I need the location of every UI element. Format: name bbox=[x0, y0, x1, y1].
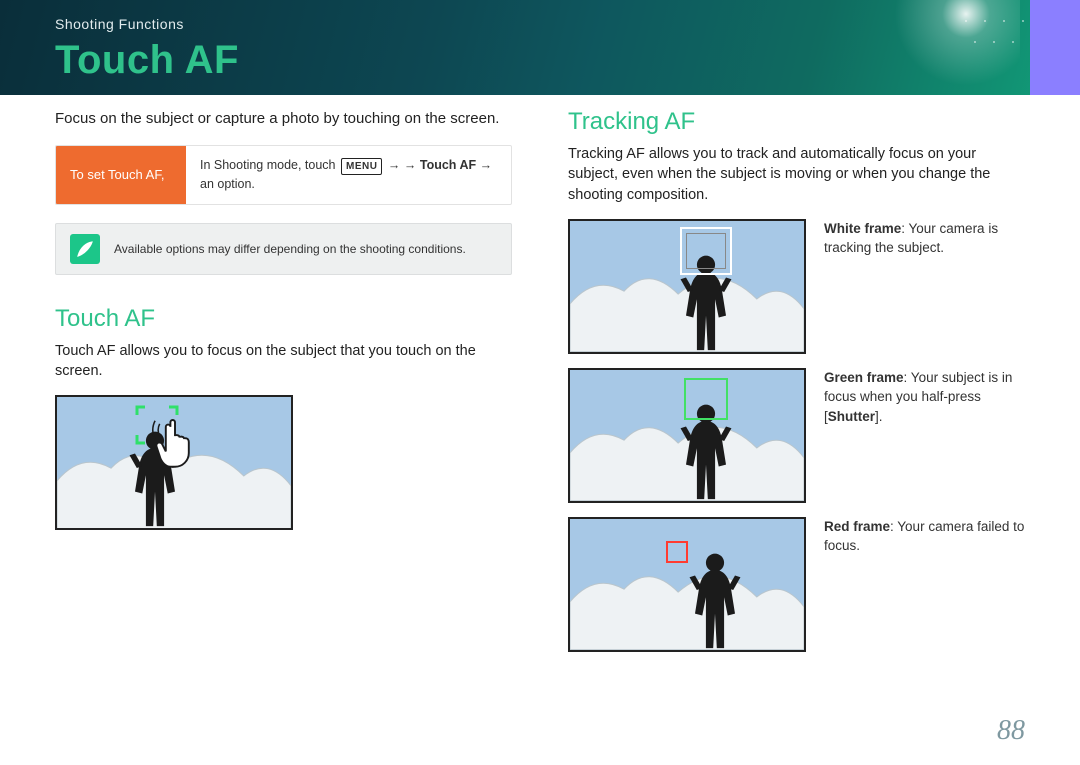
tracking-af-heading: Tracking AF bbox=[568, 108, 1025, 136]
touch-hand-icon bbox=[152, 415, 198, 471]
instr-arrow1: → → bbox=[388, 158, 420, 172]
chapter-tab bbox=[1030, 0, 1080, 95]
instr-arrow2: → bbox=[480, 158, 493, 172]
note-box: Available options may differ depending o… bbox=[55, 223, 512, 275]
right-column: Tracking AF Tracking AF allows you to tr… bbox=[540, 108, 1025, 735]
left-column: Focus on the subject or capture a photo … bbox=[55, 108, 540, 735]
page-number: 88 bbox=[997, 715, 1025, 747]
instr-bold: Touch AF bbox=[420, 158, 476, 172]
page-header: · · · · · · · Shooting Functions Touch A… bbox=[0, 0, 1080, 95]
section-label: Shooting Functions bbox=[55, 16, 184, 32]
red-frame-row: Red frame: Your camera failed to focus. bbox=[568, 517, 1025, 652]
green-frame-row: Green frame: Your subject is in focus wh… bbox=[568, 368, 1025, 503]
red-frame-illustration bbox=[568, 517, 806, 652]
instr-suffix: an option. bbox=[200, 177, 255, 191]
shutter-key: Shutter bbox=[828, 409, 875, 424]
red-frame-caption: Red frame: Your camera failed to focus. bbox=[824, 517, 1025, 652]
instruction-box: To set Touch AF, In Shooting mode, touch… bbox=[55, 145, 512, 205]
instr-prefix: In Shooting mode, touch bbox=[200, 158, 339, 172]
intro-text: Focus on the subject or capture a photo … bbox=[55, 108, 512, 129]
page-title: Touch AF bbox=[55, 38, 239, 83]
green-frame-text2: ]. bbox=[875, 409, 883, 424]
instruction-label: To set Touch AF, bbox=[56, 146, 186, 204]
tracking-af-body: Tracking AF allows you to track and auto… bbox=[568, 144, 1025, 205]
green-frame-label: Green frame bbox=[824, 370, 904, 385]
note-text: Available options may differ depending o… bbox=[114, 242, 466, 256]
content-area: Focus on the subject or capture a photo … bbox=[55, 108, 1025, 735]
instruction-body: In Shooting mode, touch MENU → → Touch A… bbox=[186, 146, 511, 204]
touch-af-illustration bbox=[55, 395, 293, 530]
white-frame-label: White frame bbox=[824, 221, 901, 236]
touch-af-heading: Touch AF bbox=[55, 305, 512, 333]
red-frame-label: Red frame bbox=[824, 519, 890, 534]
white-frame-illustration bbox=[568, 219, 806, 354]
white-frame-row: White frame: Your camera is tracking the… bbox=[568, 219, 1025, 354]
green-frame-caption: Green frame: Your subject is in focus wh… bbox=[824, 368, 1025, 503]
touch-af-body: Touch AF allows you to focus on the subj… bbox=[55, 341, 512, 382]
menu-key: MENU bbox=[341, 158, 382, 175]
header-dots: · · · · · · · bbox=[963, 10, 1030, 52]
green-frame-illustration bbox=[568, 368, 806, 503]
note-icon bbox=[70, 234, 100, 264]
white-frame-caption: White frame: Your camera is tracking the… bbox=[824, 219, 1025, 354]
